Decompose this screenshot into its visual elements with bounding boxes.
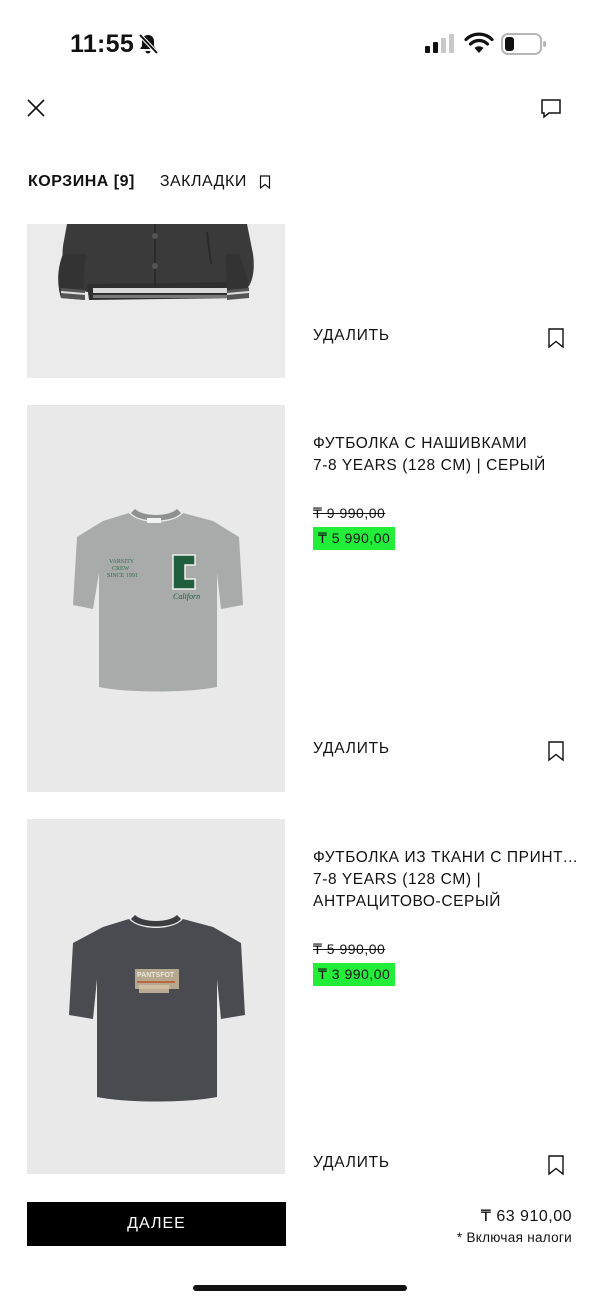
cart-tabs: КОРЗИНА [9] ЗАКЛАДКИ (28, 170, 271, 194)
close-icon[interactable] (22, 94, 50, 122)
old-price: ₸ 5 990,00 (313, 941, 386, 957)
bookmark-icon[interactable] (546, 1154, 566, 1176)
item-variant: 7-8 YEARS (128 CM) | АНТРАЦИТОВО-СЕРЫЙ (313, 871, 502, 910)
delete-button[interactable]: УДАЛИТЬ (313, 327, 390, 345)
svg-text:SINCE 1991: SINCE 1991 (107, 573, 138, 579)
next-button[interactable]: ДАЛЕЕ (27, 1202, 286, 1246)
status-bar: 11:55 (0, 0, 600, 88)
cart-item: VARSITY CREW SINCE 1991 Californ ФУТБОЛК… (0, 405, 600, 792)
checkout-footer: ДАЛЕЕ ₸ 63 910,00 * Включая налоги (0, 1194, 600, 1303)
item-variant: 7-8 YEARS (128 CM) | СЕРЫЙ (313, 457, 546, 474)
bookmark-icon (259, 175, 270, 189)
bookmark-icon[interactable] (546, 327, 566, 349)
order-total: ₸ 63 910,00 (480, 1208, 572, 1225)
wifi-icon (464, 32, 494, 53)
cart-item: УДАЛИТЬ (0, 224, 600, 378)
delete-button[interactable]: УДАЛИТЬ (313, 1154, 390, 1172)
home-indicator[interactable] (193, 1285, 407, 1291)
delete-button[interactable]: УДАЛИТЬ (313, 740, 390, 758)
battery-icon (501, 33, 546, 55)
cellular-signal-icon (425, 34, 454, 53)
cart-item-list[interactable]: УДАЛИТЬ VARSITY CREW SINCE 1991 Californ… (0, 224, 600, 1194)
anthracite-tshirt-image: PANTSFOT (27, 819, 285, 1174)
chat-icon[interactable] (536, 93, 566, 123)
sale-price: ₸ 5 990,00 (313, 527, 396, 550)
svg-text:PANTSFOT: PANTSFOT (137, 972, 175, 979)
grey-tshirt-image: VARSITY CREW SINCE 1991 Californ (27, 405, 285, 792)
svg-text:Californ: Californ (173, 592, 200, 601)
bell-slash-icon (138, 33, 159, 55)
cart-item: PANTSFOT ФУТБОЛКА ИЗ ТКАНИ С ПРИНТОМ 7-8… (0, 819, 600, 1176)
jacket-image (27, 224, 285, 378)
sale-price: ₸ 3 990,00 (313, 963, 396, 986)
tab-bookmarks[interactable]: ЗАКЛАДКИ (160, 173, 271, 191)
jacket-photo[interactable] (27, 224, 285, 378)
tab-cart[interactable]: КОРЗИНА [9] (28, 173, 135, 191)
svg-text:CREW: CREW (112, 566, 130, 572)
anthracite-tshirt-photo[interactable]: PANTSFOT (27, 819, 285, 1174)
bookmark-icon[interactable] (546, 740, 566, 762)
top-bar (0, 88, 600, 128)
grey-tshirt-photo[interactable]: VARSITY CREW SINCE 1991 Californ (27, 405, 285, 792)
old-price: ₸ 9 990,00 (313, 505, 386, 521)
item-name[interactable]: ФУТБОЛКА ИЗ ТКАНИ С ПРИНТОМ (313, 847, 578, 869)
item-info: ФУТБОЛКА ИЗ ТКАНИ С ПРИНТОМ 7-8 YEARS (1… (313, 847, 578, 986)
status-time: 11:55 (70, 30, 135, 58)
item-name[interactable]: ФУТБОЛКА С НАШИВКАМИ (313, 433, 578, 455)
tab-bookmarks-label: ЗАКЛАДКИ (159, 173, 247, 190)
tax-note: * Включая налоги (456, 1230, 572, 1245)
item-info: ФУТБОЛКА С НАШИВКАМИ 7-8 YEARS (128 CM) … (313, 433, 578, 550)
svg-text:VARSITY: VARSITY (109, 559, 135, 565)
